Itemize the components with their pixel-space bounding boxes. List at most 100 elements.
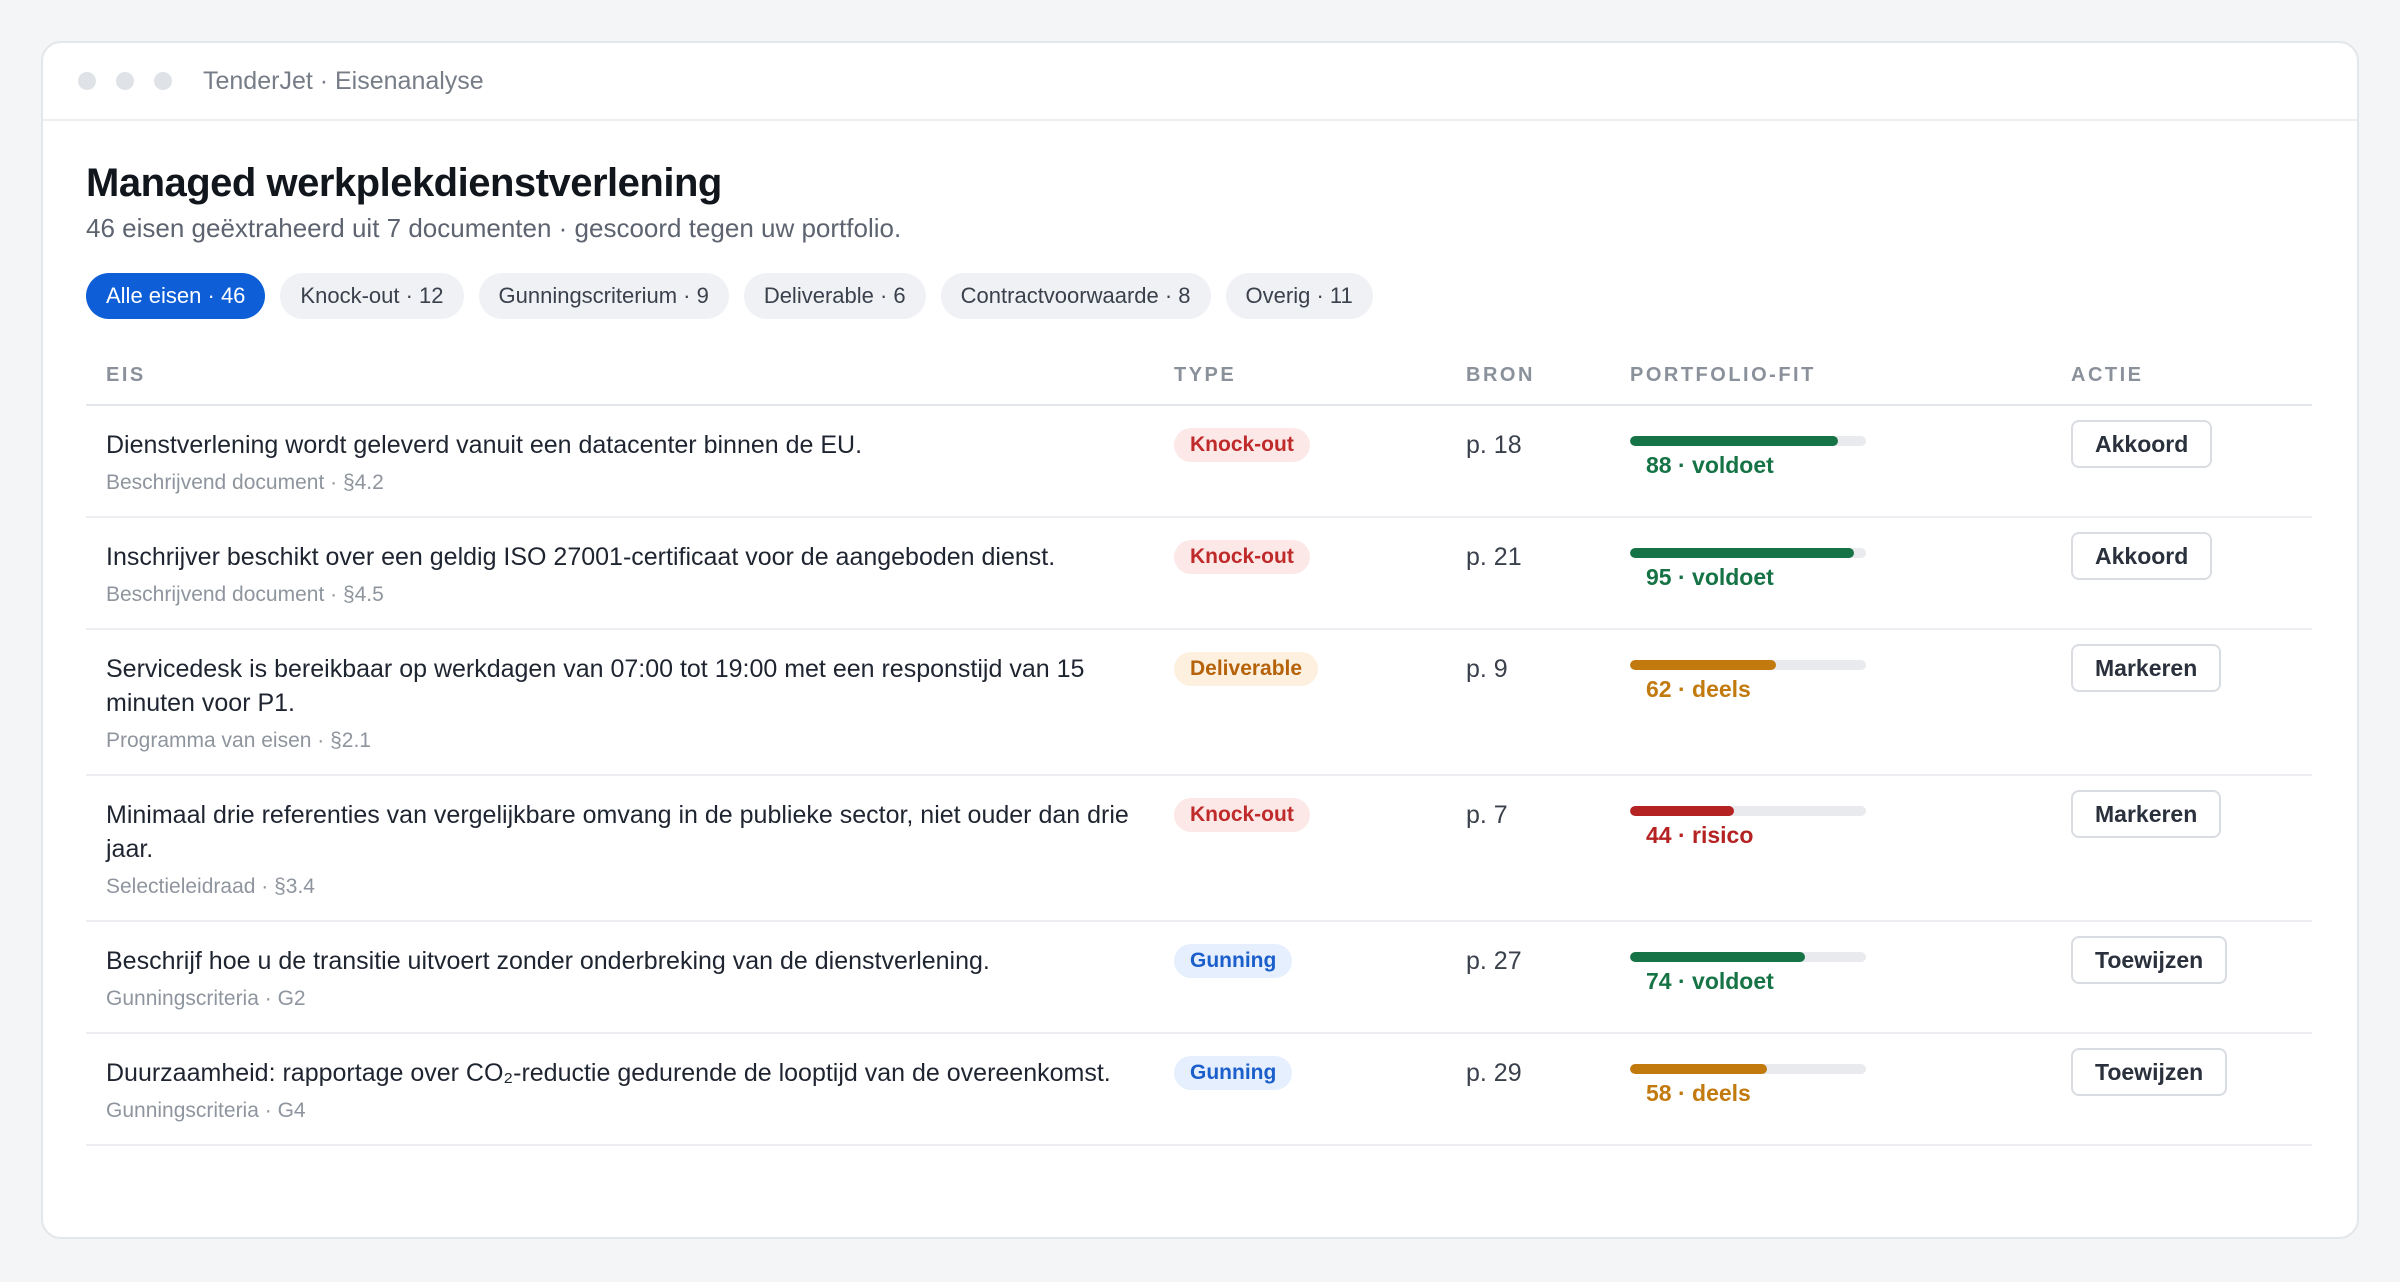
table-row[interactable]: Servicedesk is bereikbaar op werkdagen v… xyxy=(86,629,2312,776)
action-cell: Akkoord xyxy=(2051,517,2312,630)
fit-cell: 95 · voldoet xyxy=(1610,517,2051,630)
source-page[interactable]: p. 7 xyxy=(1466,801,1508,829)
fit-cell: 88 · voldoet xyxy=(1610,405,2051,518)
source-page[interactable]: p. 21 xyxy=(1466,543,1522,571)
bron-cell: p. 27 xyxy=(1446,921,1610,1034)
action-button[interactable]: Markeren xyxy=(2071,790,2222,838)
bron-cell: p. 21 xyxy=(1446,517,1610,630)
main-content: Managed werkplekdienstverlening 46 eisen… xyxy=(43,159,2357,1146)
source-page[interactable]: p. 18 xyxy=(1466,431,1522,459)
type-cell: Deliverable xyxy=(1154,629,1446,776)
requirement-cell: Servicedesk is bereikbaar op werkdagen v… xyxy=(86,629,1154,776)
fit-cell: 58 · deels xyxy=(1610,1033,2051,1146)
filter-chip-deliverable[interactable]: Deliverable · 6 xyxy=(743,273,926,319)
table-header-row: EIS TYPE BRON PORTFOLIO-FIT ACTIE xyxy=(86,347,2312,406)
fit-bar-fill xyxy=(1630,548,1855,558)
requirement-text: Beschrijf hoe u de transitie uitvoert zo… xyxy=(106,947,990,975)
action-button[interactable]: Toewijzen xyxy=(2071,1048,2228,1096)
action-button[interactable]: Markeren xyxy=(2071,644,2222,692)
filter-chip-overig[interactable]: Overig · 11 xyxy=(1225,273,1373,319)
requirement-source: Gunningscriteria · G4 xyxy=(106,1099,306,1122)
requirement-source: Beschrijvend document · §4.2 xyxy=(106,471,384,494)
type-cell: Knock-out xyxy=(1154,517,1446,630)
table-row[interactable]: Dienstverlening wordt geleverd vanuit ee… xyxy=(86,405,2312,518)
fit-score-label: 88 · voldoet xyxy=(1646,452,1774,478)
title-bar: TenderJet · Eisenanalyse xyxy=(43,43,2357,121)
filter-chip-alle[interactable]: Alle eisen · 46 xyxy=(86,273,266,319)
filter-chips: Alle eisen · 46 Knock-out · 12 Gunningsc… xyxy=(86,273,2314,319)
fit-cell: 62 · deels xyxy=(1610,629,2051,776)
action-button[interactable]: Akkoord xyxy=(2071,532,2213,580)
requirement-cell: Minimaal drie referenties van vergelijkb… xyxy=(86,775,1154,922)
requirement-cell: Duurzaamheid: rapportage over CO₂-reduct… xyxy=(86,1033,1154,1146)
action-cell: Toewijzen xyxy=(2051,1033,2312,1146)
requirement-source: Gunningscriteria · G2 xyxy=(106,987,306,1010)
source-page[interactable]: p. 29 xyxy=(1466,1059,1522,1087)
filter-chip-contractvoorwaarde[interactable]: Contractvoorwaarde · 8 xyxy=(940,273,1211,319)
requirement-source: Beschrijvend document · §4.5 xyxy=(106,583,384,606)
window-close-dot[interactable] xyxy=(78,72,96,90)
fit-bar-fill xyxy=(1630,436,1838,446)
action-cell: Toewijzen xyxy=(2051,921,2312,1034)
fit-bar xyxy=(1630,548,1866,558)
requirement-text: Servicedesk is bereikbaar op werkdagen v… xyxy=(106,655,1085,717)
requirement-text: Dienstverlening wordt geleverd vanuit ee… xyxy=(106,431,863,459)
requirements-table: EIS TYPE BRON PORTFOLIO-FIT ACTIE Dienst… xyxy=(86,347,2312,1146)
fit-bar-fill xyxy=(1630,806,1734,816)
requirement-cell: Inschrijver beschikt over een geldig ISO… xyxy=(86,517,1154,630)
column-header-type[interactable]: TYPE xyxy=(1154,347,1446,406)
column-header-portfolio-fit[interactable]: PORTFOLIO-FIT xyxy=(1610,347,2051,406)
fit-bar xyxy=(1630,806,1866,816)
table-row[interactable]: Beschrijf hoe u de transitie uitvoert zo… xyxy=(86,921,2312,1034)
fit-cell: 44 · risico xyxy=(1610,775,2051,922)
fit-bar-fill xyxy=(1630,660,1777,670)
fit-score-label: 62 · deels xyxy=(1646,676,1751,702)
page-title: Managed werkplekdienstverlening xyxy=(86,161,722,205)
fit-bar xyxy=(1630,952,1866,962)
requirement-text: Minimaal drie referenties van vergelijkb… xyxy=(106,801,1129,863)
requirement-source: Programma van eisen · §2.1 xyxy=(106,729,371,752)
action-button[interactable]: Akkoord xyxy=(2071,420,2213,468)
action-button[interactable]: Toewijzen xyxy=(2071,936,2228,984)
requirement-cell: Dienstverlening wordt geleverd vanuit ee… xyxy=(86,405,1154,518)
action-cell: Akkoord xyxy=(2051,405,2312,518)
requirement-text: Duurzaamheid: rapportage over CO₂-reduct… xyxy=(106,1059,1111,1087)
fit-bar xyxy=(1630,660,1866,670)
table-row[interactable]: Minimaal drie referenties van vergelijkb… xyxy=(86,775,2312,922)
filter-chip-knock-out[interactable]: Knock-out · 12 xyxy=(280,273,464,319)
source-page[interactable]: p. 27 xyxy=(1466,947,1522,975)
column-header-actie: ACTIE xyxy=(2051,347,2312,406)
type-cell: Knock-out xyxy=(1154,405,1446,518)
fit-bar-fill xyxy=(1630,952,1805,962)
column-header-eis[interactable]: EIS xyxy=(86,347,1154,406)
page-subtitle: 46 eisen geëxtraheerd uit 7 documenten ·… xyxy=(86,213,902,243)
type-cell: Knock-out xyxy=(1154,775,1446,922)
source-page[interactable]: p. 9 xyxy=(1466,655,1508,683)
column-header-bron[interactable]: BRON xyxy=(1446,347,1610,406)
type-cell: Gunning xyxy=(1154,921,1446,1034)
bron-cell: p. 18 xyxy=(1446,405,1610,518)
fit-bar-fill xyxy=(1630,1064,1767,1074)
type-badge: Knock-out xyxy=(1174,428,1310,462)
fit-bar xyxy=(1630,436,1866,446)
fit-bar xyxy=(1630,1064,1866,1074)
table-row[interactable]: Duurzaamheid: rapportage over CO₂-reduct… xyxy=(86,1033,2312,1146)
fit-score-label: 58 · deels xyxy=(1646,1080,1751,1106)
window-maximize-dot[interactable] xyxy=(154,72,172,90)
app-window: TenderJet · Eisenanalyse Managed werkple… xyxy=(41,41,2359,1239)
type-badge: Gunning xyxy=(1174,944,1293,978)
table-row[interactable]: Inschrijver beschikt over een geldig ISO… xyxy=(86,517,2312,630)
fit-score-label: 74 · voldoet xyxy=(1646,968,1774,994)
type-badge: Deliverable xyxy=(1174,652,1319,686)
fit-cell: 74 · voldoet xyxy=(1610,921,2051,1034)
fit-score-label: 95 · voldoet xyxy=(1646,564,1774,590)
window-minimize-dot[interactable] xyxy=(116,72,134,90)
window-title: TenderJet · Eisenanalyse xyxy=(203,66,484,95)
bron-cell: p. 9 xyxy=(1446,629,1610,776)
type-badge: Gunning xyxy=(1174,1056,1293,1090)
action-cell: Markeren xyxy=(2051,629,2312,776)
filter-chip-gunningscriterium[interactable]: Gunningscriterium · 9 xyxy=(478,273,729,319)
fit-score-label: 44 · risico xyxy=(1646,822,1754,848)
type-badge: Knock-out xyxy=(1174,798,1310,832)
bron-cell: p. 29 xyxy=(1446,1033,1610,1146)
